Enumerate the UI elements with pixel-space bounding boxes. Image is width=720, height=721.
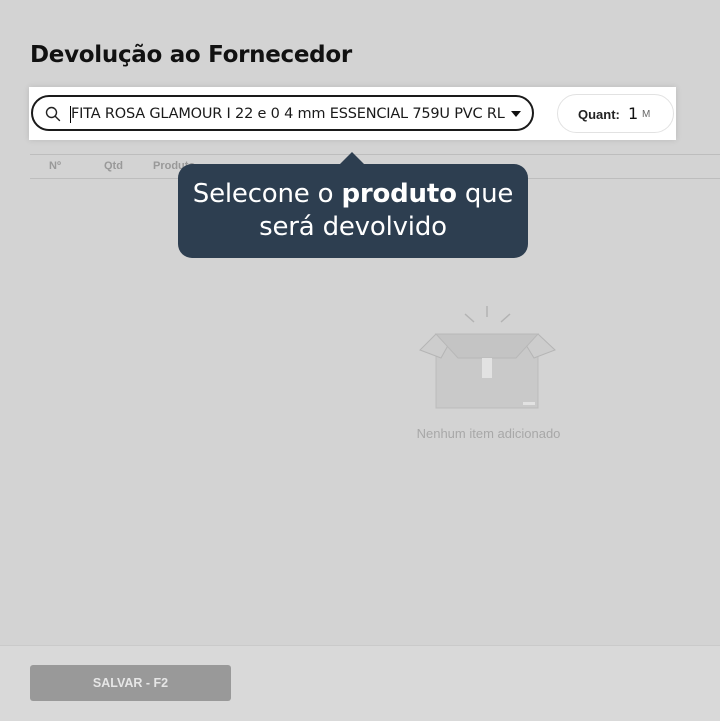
tooltip-text-bold: produto: [341, 179, 457, 209]
quantity-field[interactable]: Quant: 1 M: [557, 94, 674, 133]
tooltip-text-part1: Selecone o: [192, 179, 342, 209]
page-title: Devolução ao Fornecedor: [30, 42, 352, 68]
save-button[interactable]: SALVAR - F2: [30, 665, 231, 701]
column-header-number: Nº: [49, 160, 61, 172]
column-header-qtd: Qtd: [104, 160, 123, 172]
product-search-value[interactable]: FITA ROSA GLAMOUR I 22 e 0 4 mm ESSENCIA…: [71, 106, 509, 126]
empty-state-message: Nenhum item adicionado: [416, 426, 561, 441]
quantity-label: Quant:: [578, 107, 620, 122]
onboarding-tooltip: Selecone o produto que será devolvido: [178, 164, 528, 258]
product-entry-panel: FITA ROSA GLAMOUR I 22 e 0 4 mm ESSENCIA…: [29, 87, 676, 140]
quantity-unit: M: [642, 109, 651, 120]
table-header-top-border: [30, 154, 720, 155]
caret-down-icon[interactable]: [511, 110, 521, 118]
tooltip-pointer: [340, 152, 364, 164]
quantity-value[interactable]: 1: [628, 104, 638, 123]
product-search-select[interactable]: FITA ROSA GLAMOUR I 22 e 0 4 mm ESSENCIA…: [31, 95, 534, 131]
empty-box-icon: [419, 306, 556, 409]
search-icon: [45, 106, 61, 122]
